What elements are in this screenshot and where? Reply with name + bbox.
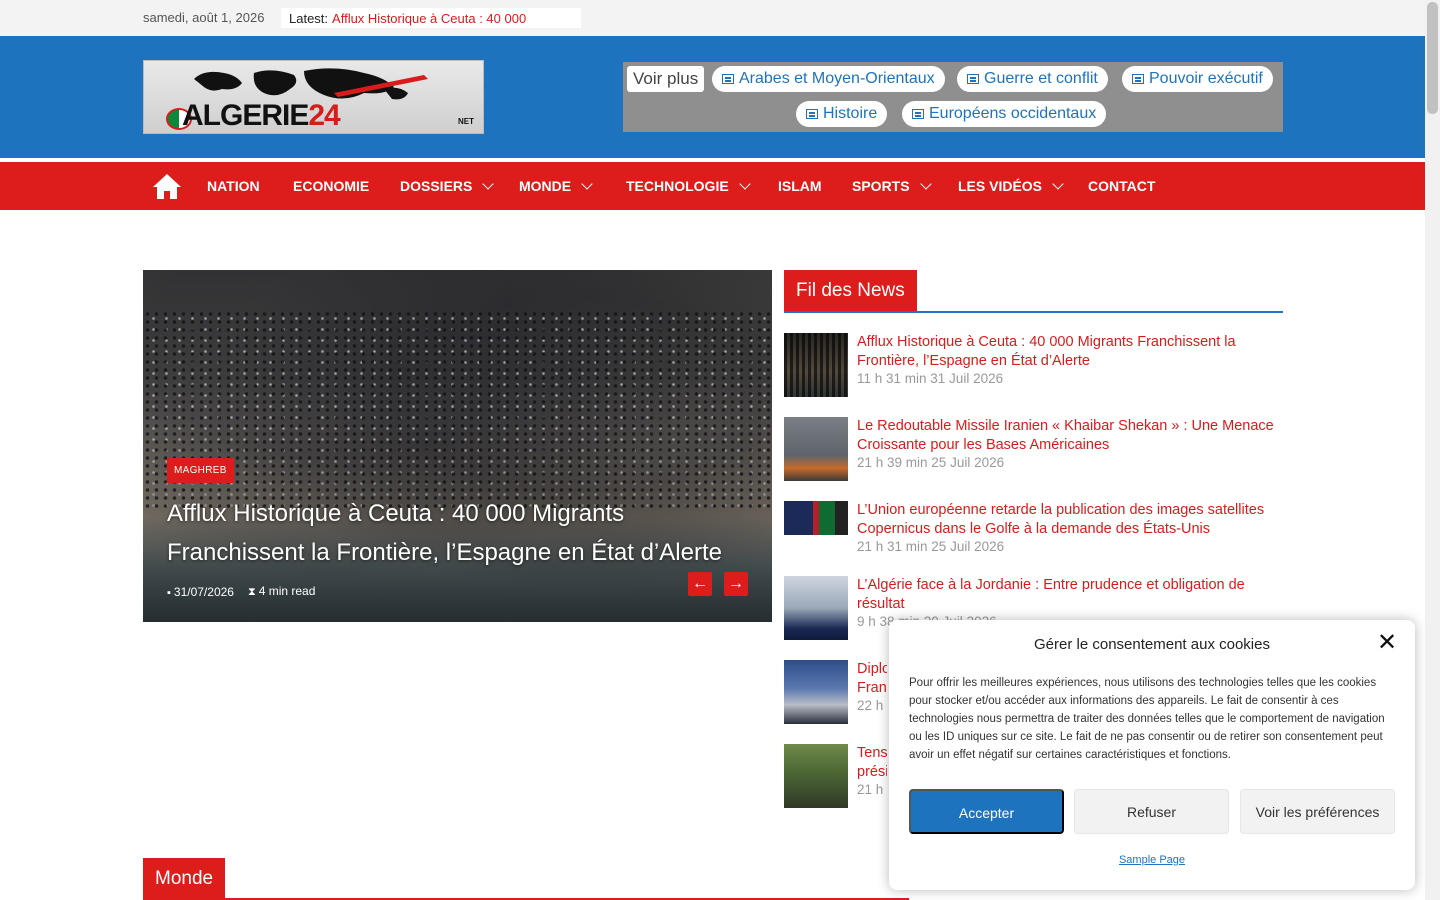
cookie-dialog-title: Gérer le consentement aux cookies bbox=[1034, 636, 1270, 653]
chevron-down-icon bbox=[581, 178, 593, 190]
latest-ticker[interactable]: Latest: Afflux Historique à Ceuta : 40 0… bbox=[281, 8, 581, 28]
featured-date: ▪ 31/07/2026 bbox=[167, 584, 234, 599]
nav-item-economie[interactable]: ECONOMIE bbox=[293, 162, 369, 210]
voir-plus-label: Voir plus bbox=[627, 66, 705, 92]
site-logo[interactable]: ALGERIE24 NET bbox=[143, 60, 484, 134]
nav-item-sports[interactable]: SPORTS bbox=[852, 162, 932, 210]
news-title-link[interactable]: Diplo Franc bbox=[857, 660, 887, 698]
news-thumbnail[interactable] bbox=[784, 417, 848, 481]
slider-prev-arrow-icon[interactable]: ← bbox=[688, 572, 712, 596]
latest-label: Latest: bbox=[289, 10, 329, 26]
tag-pouvoir[interactable]: Pouvoir exécutif bbox=[1122, 66, 1273, 92]
news-time: 21 h 39 min 25 Juil 2026 bbox=[857, 455, 1005, 470]
news-title-link[interactable]: Tens prési bbox=[857, 744, 887, 782]
featured-category-badge[interactable]: MAGHREB bbox=[167, 458, 234, 483]
site-header: ALGERIE24 NET Voir plus Arabes et Moyen-… bbox=[0, 36, 1425, 158]
document-icon bbox=[806, 109, 818, 119]
tag-guerre[interactable]: Guerre et conflit bbox=[957, 66, 1108, 92]
top-bar: samedi, août 1, 2026 Latest: Afflux Hist… bbox=[0, 0, 1425, 36]
cookie-consent-dialog: Gérer le consentement aux cookies ✕ Pour… bbox=[889, 620, 1415, 890]
document-icon bbox=[722, 74, 734, 84]
scrollbar-thumb[interactable] bbox=[1427, 2, 1438, 114]
news-title-link[interactable]: L’Algérie face à la Jordanie : Entre pru… bbox=[857, 576, 1283, 614]
preferences-button[interactable]: Voir les préférences bbox=[1240, 789, 1395, 834]
chevron-down-icon bbox=[1052, 178, 1064, 190]
close-icon[interactable]: ✕ bbox=[1376, 631, 1398, 655]
list-item[interactable]: Afflux Historique à Ceuta : 40 000 Migra… bbox=[784, 333, 1283, 397]
list-item[interactable]: L’Union européenne retarde la publicatio… bbox=[784, 501, 1283, 565]
tag-histoire[interactable]: Histoire bbox=[796, 101, 888, 127]
featured-title[interactable]: Afflux Historique à Ceuta : 40 000 Migra… bbox=[167, 494, 757, 572]
document-icon bbox=[967, 74, 979, 84]
latest-ticker-link[interactable]: Afflux Historique à Ceuta : 40 000 bbox=[332, 11, 526, 26]
chevron-down-icon bbox=[739, 178, 751, 190]
chevron-down-icon bbox=[919, 178, 932, 190]
nav-item-nation[interactable]: NATION bbox=[207, 162, 260, 210]
home-icon[interactable] bbox=[151, 172, 183, 200]
news-title-link[interactable]: Le Redoutable Missile Iranien « Khaibar … bbox=[857, 417, 1283, 455]
nav-item-islam[interactable]: ISLAM bbox=[778, 162, 822, 210]
news-time: 22 h bbox=[857, 698, 884, 713]
news-thumbnail[interactable] bbox=[784, 576, 848, 640]
news-title-link[interactable]: Afflux Historique à Ceuta : 40 000 Migra… bbox=[857, 333, 1283, 371]
news-feed-title: Fil des News bbox=[784, 270, 917, 311]
page-scrollbar[interactable] bbox=[1425, 0, 1440, 900]
calendar-icon: ▪ bbox=[167, 586, 171, 599]
chevron-down-icon bbox=[482, 178, 495, 190]
section-monde: Monde bbox=[143, 858, 909, 900]
news-thumbnail[interactable] bbox=[784, 744, 848, 808]
news-thumbnail[interactable] bbox=[784, 333, 848, 397]
current-date: samedi, août 1, 2026 bbox=[143, 10, 265, 25]
tag-arabes[interactable]: Arabes et Moyen-Orientaux bbox=[712, 66, 945, 92]
logo-suffix: NET bbox=[458, 117, 474, 126]
news-feed-header: Fil des News bbox=[784, 270, 1283, 313]
accept-button[interactable]: Accepter bbox=[909, 789, 1064, 834]
nav-item-technologie[interactable]: TECHNOLOGIE bbox=[626, 162, 751, 210]
sample-page-link[interactable]: Sample Page bbox=[889, 854, 1415, 866]
logo-brand-text: ALGERIE24 bbox=[182, 99, 341, 132]
featured-meta: ▪ 31/07/2026 ⧗ 4 min read bbox=[167, 584, 315, 599]
featured-read-time: ⧗ 4 min read bbox=[247, 584, 316, 598]
news-thumbnail[interactable] bbox=[784, 660, 848, 724]
list-item[interactable]: Le Redoutable Missile Iranien « Khaibar … bbox=[784, 417, 1283, 481]
document-icon bbox=[1132, 74, 1144, 84]
tag-europeens[interactable]: Européens occidentaux bbox=[902, 101, 1107, 127]
nav-item-monde[interactable]: MONDE bbox=[519, 162, 593, 210]
hourglass-icon: ⧗ bbox=[247, 586, 256, 598]
section-monde-title: Monde bbox=[143, 858, 226, 900]
nav-item-dossiers[interactable]: DOSSIERS bbox=[400, 162, 495, 210]
news-time: 21 h bbox=[857, 782, 884, 797]
news-time: 21 h 31 min 25 Juil 2026 bbox=[857, 539, 1005, 554]
nav-item-videos[interactable]: LES VIDÉOS bbox=[958, 162, 1064, 210]
featured-slider[interactable]: MAGHREB Afflux Historique à Ceuta : 40 0… bbox=[143, 270, 772, 622]
news-title-link[interactable]: L’Union européenne retarde la publicatio… bbox=[857, 501, 1283, 539]
main-nav: NATION ECONOMIE DOSSIERS MONDE TECHNOLOG… bbox=[0, 162, 1425, 210]
refuse-button[interactable]: Refuser bbox=[1074, 789, 1229, 834]
news-thumbnail[interactable] bbox=[784, 501, 848, 535]
cookie-dialog-text: Pour offrir les meilleures expériences, … bbox=[909, 677, 1385, 761]
slider-next-arrow-icon[interactable]: → bbox=[724, 572, 748, 596]
tag-cloud: Voir plus Arabes et Moyen-Orientaux Guer… bbox=[623, 62, 1283, 132]
news-time: 11 h 31 min 31 Juil 2026 bbox=[857, 371, 1004, 386]
nav-item-contact[interactable]: CONTACT bbox=[1088, 162, 1155, 210]
document-icon bbox=[912, 109, 924, 119]
